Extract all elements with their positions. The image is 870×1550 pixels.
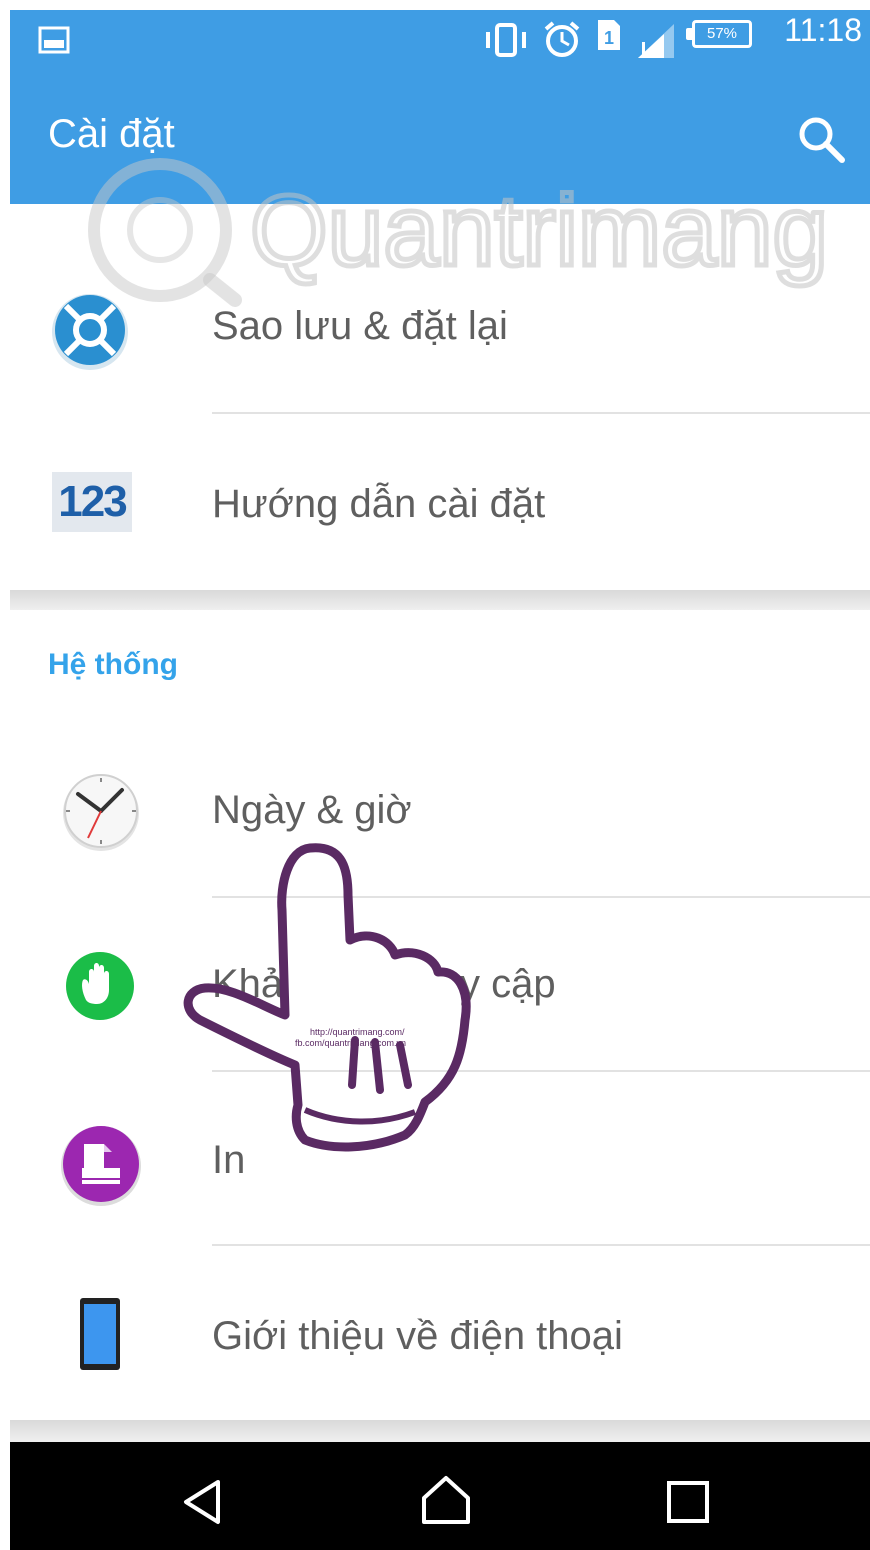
pointing-hand-overlay: http://quantrimang.com/ fb.com/quantrima…	[183, 843, 471, 1152]
phone-icon	[80, 1298, 120, 1370]
back-icon[interactable]	[180, 1478, 224, 1526]
signal-icon	[638, 24, 674, 58]
bottom-separator	[10, 1420, 870, 1442]
list-item-label: Hướng dẫn cài đặt	[212, 482, 546, 526]
list-item-about-phone[interactable]: Giới thiệu về điện thoại	[10, 1246, 870, 1420]
list-item-label: Giới thiệu về điện thoại	[212, 1314, 623, 1358]
image-notification-icon	[38, 26, 70, 54]
list-item-label: Ngày & giờ	[212, 788, 412, 832]
hand-text-1: http://quantrimang.com/	[310, 1027, 405, 1037]
section-separator	[10, 590, 870, 610]
clock-icon	[63, 774, 139, 851]
recents-icon[interactable]	[666, 1480, 710, 1524]
vibrate-icon	[486, 23, 526, 57]
watermark-logo: Quantrimang	[88, 158, 831, 307]
home-icon[interactable]	[420, 1474, 472, 1526]
battery-icon: 57%	[692, 20, 752, 48]
list-item-setup-guide[interactable]: 123 Hướng dẫn cài đặt	[10, 414, 870, 590]
accessibility-hand-icon	[66, 952, 134, 1020]
hand-text-2: fb.com/quantrimang.com.vn	[295, 1038, 406, 1048]
section-header-system: Hệ thống	[48, 648, 178, 681]
alarm-icon	[544, 21, 580, 57]
watermark-text: Quantrimang	[250, 175, 828, 287]
svg-text:1: 1	[604, 28, 614, 48]
status-time: 11:18	[784, 12, 862, 48]
setup-guide-icon: 123	[52, 472, 132, 532]
setup-guide-icon-text: 123	[58, 477, 127, 526]
sim-1-icon: 1	[598, 20, 620, 50]
print-icon	[61, 1126, 141, 1206]
